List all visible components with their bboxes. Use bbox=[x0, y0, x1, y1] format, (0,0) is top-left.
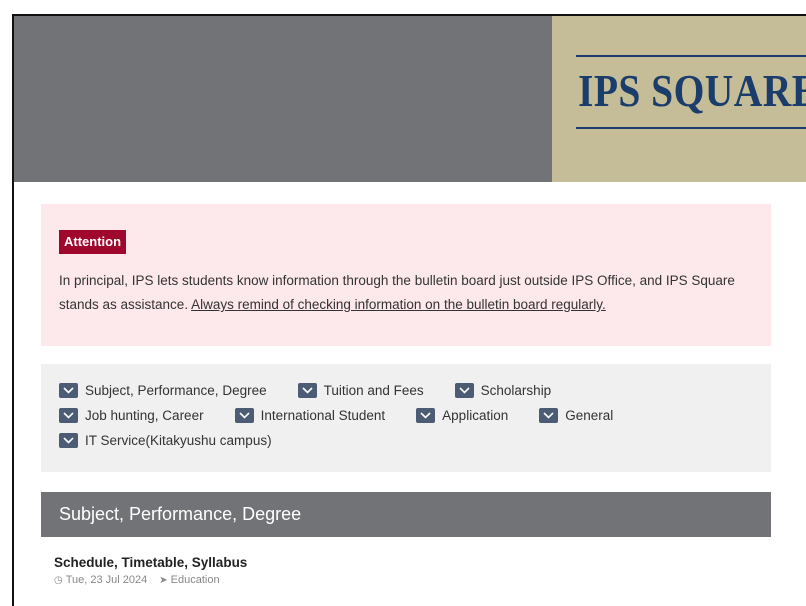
clock-icon: ◷ bbox=[54, 574, 63, 586]
notice-text: In principal, IPS lets students know inf… bbox=[59, 269, 753, 317]
filter-label: General bbox=[565, 408, 614, 423]
chevron-down-icon bbox=[416, 408, 436, 423]
site-header: IPS SQUARE bbox=[14, 16, 806, 182]
filter-row: Job hunting, Career International Studen… bbox=[59, 403, 753, 428]
filter-international-student[interactable]: International Student bbox=[234, 408, 386, 423]
chevron-down-icon bbox=[234, 408, 254, 423]
article-category[interactable]: Education bbox=[171, 574, 220, 586]
filter-scholarship[interactable]: Scholarship bbox=[454, 383, 552, 398]
chevron-down-icon bbox=[297, 383, 317, 398]
filter-row: IT Service(Kitakyushu campus) bbox=[59, 428, 753, 453]
filter-tuition-and-fees[interactable]: Tuition and Fees bbox=[297, 383, 424, 398]
category-filters: Subject, Performance, Degree Tuition and… bbox=[41, 364, 771, 472]
filter-subject-performance-degree[interactable]: Subject, Performance, Degree bbox=[59, 383, 267, 398]
filter-label: Job hunting, Career bbox=[85, 408, 204, 423]
filter-label: IT Service(Kitakyushu campus) bbox=[85, 433, 272, 448]
article-date: Tue, 23 Jul 2024 bbox=[65, 574, 148, 586]
logo-top-rule bbox=[576, 55, 806, 57]
filter-general[interactable]: General bbox=[539, 408, 613, 423]
chevron-down-icon bbox=[59, 408, 78, 423]
bulletin-board-link[interactable]: Always remind of checking information on… bbox=[191, 297, 606, 312]
article-meta: ◷ Tue, 23 Jul 2024 ➤ Education bbox=[54, 574, 220, 586]
logo-bottom-rule bbox=[576, 127, 806, 129]
filter-label: Application bbox=[442, 408, 509, 423]
filter-row: Subject, Performance, Degree Tuition and… bbox=[59, 378, 753, 403]
filter-job-hunting-career[interactable]: Job hunting, Career bbox=[59, 408, 204, 423]
chevron-down-icon bbox=[454, 383, 474, 398]
attention-badge: Attention bbox=[59, 230, 127, 254]
filter-label: Scholarship bbox=[480, 383, 552, 398]
filter-label: Subject, Performance, Degree bbox=[85, 383, 267, 398]
logo-text: IPS SQUARE bbox=[578, 65, 806, 116]
filter-label: Tuition and Fees bbox=[323, 383, 424, 398]
article-title-link[interactable]: Schedule, Timetable, Syllabus bbox=[54, 555, 247, 570]
filter-label: International Student bbox=[260, 408, 386, 423]
chevron-down-icon bbox=[539, 408, 559, 423]
chevron-down-icon bbox=[59, 433, 78, 448]
chevron-down-icon bbox=[59, 383, 78, 398]
section-heading: Subject, Performance, Degree bbox=[41, 492, 771, 537]
filter-it-service[interactable]: IT Service(Kitakyushu campus) bbox=[59, 433, 272, 448]
attention-notice: Attention In principal, IPS lets student… bbox=[41, 204, 771, 346]
tag-icon: ➤ bbox=[159, 574, 168, 586]
site-logo[interactable]: IPS SQUARE bbox=[552, 16, 806, 182]
filter-application[interactable]: Application bbox=[416, 408, 508, 423]
